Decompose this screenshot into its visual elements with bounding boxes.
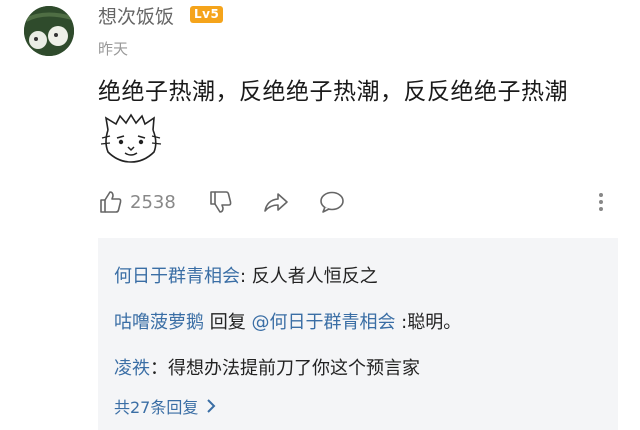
cat-face-sticker-icon (100, 112, 162, 164)
reply-mention[interactable]: @何日于群青相会 (251, 312, 395, 333)
view-all-replies-label: 共27条回复 (114, 398, 199, 417)
more-vertical-icon (599, 193, 603, 211)
reply-author[interactable]: 咕噜菠萝鹅 (114, 312, 204, 333)
user-avatar[interactable] (24, 6, 74, 56)
reply-separator: ： (150, 358, 168, 379)
reply-separator: : (240, 266, 252, 287)
thumbs-down-icon (210, 191, 232, 213)
comment-timestamp: 昨天 (98, 40, 129, 58)
reply-word: 回复 (204, 312, 252, 333)
reply-text: 反人者人恒反之 (251, 266, 378, 287)
reply-text: :聪明。 (395, 312, 462, 333)
thumbs-up-icon (100, 191, 122, 213)
reply-item[interactable]: 咕噜菠萝鹅 回复 @何日于群青相会 :聪明。 (114, 308, 461, 334)
reply-item[interactable]: 凌祑：得想办法提前刀了你这个预言家 (114, 354, 420, 380)
reply-author[interactable]: 凌祑 (114, 358, 150, 379)
more-options-button[interactable] (596, 186, 606, 218)
comment-text: 绝绝子热潮，反绝绝子热潮，反反绝绝子热潮 (98, 79, 568, 105)
share-icon (264, 193, 288, 212)
like-count: 2538 (130, 191, 176, 213)
chevron-right-icon (207, 399, 216, 413)
reply-list: 何日于群青相会: 反人者人恒反之 咕噜菠萝鹅 回复 @何日于群青相会 :聪明。 … (98, 238, 618, 430)
like-button[interactable]: 2538 (98, 186, 176, 218)
view-all-replies-link[interactable]: 共27条回复 (114, 394, 216, 418)
reply-author[interactable]: 何日于群青相会 (114, 266, 240, 287)
dislike-button[interactable] (208, 186, 234, 218)
username[interactable]: 想次饭饭 (98, 2, 174, 29)
reply-item[interactable]: 何日于群青相会: 反人者人恒反之 (114, 262, 378, 288)
level-badge: Lv5 (190, 6, 224, 23)
reply-text: 得想办法提前刀了你这个预言家 (168, 358, 420, 379)
comment-bubble-icon (320, 191, 344, 213)
reply-button[interactable] (318, 186, 346, 218)
share-button[interactable] (262, 186, 290, 218)
comment-actions: 2538 (98, 186, 618, 218)
